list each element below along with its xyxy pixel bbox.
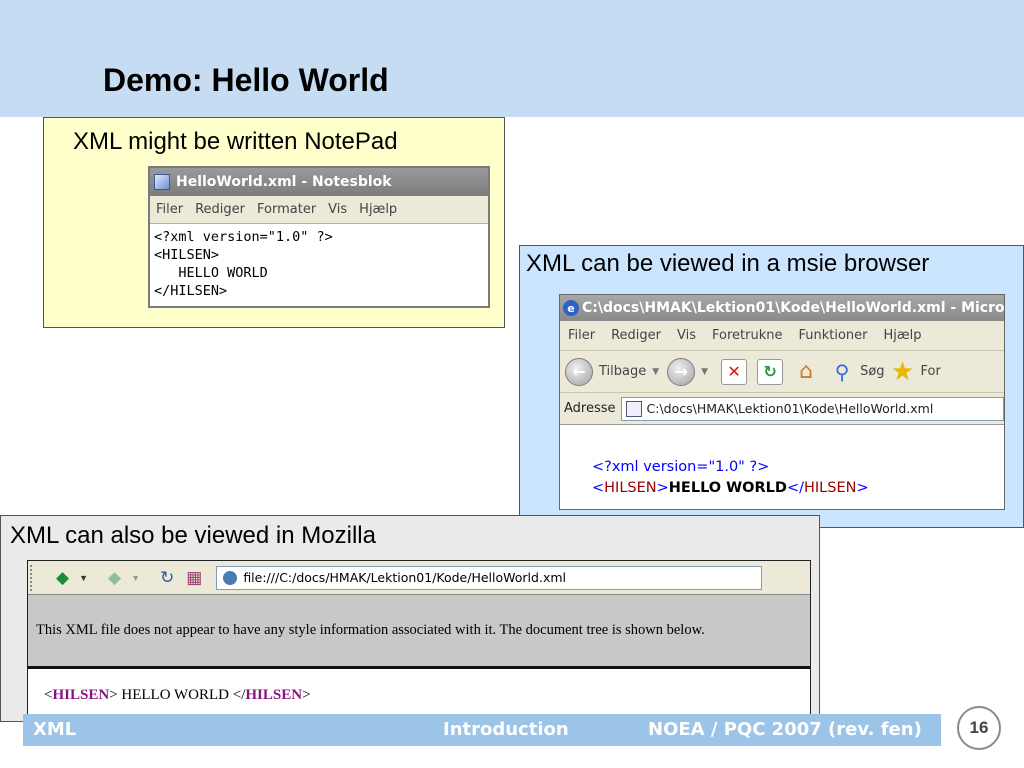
mozilla-forward-dropdown-icon[interactable]: ▼	[131, 573, 140, 583]
ie-back-arrow-icon[interactable]: ←	[565, 357, 593, 386]
footer-left: XML	[33, 719, 77, 740]
mozilla-xml-tag: HILSEN	[52, 687, 110, 703]
mozilla-document-content: <HILSEN> HELLO WORLD </HILSEN>	[28, 669, 810, 704]
ie-toolbar: ← Tilbage ▼ → ▼ ✕ ↻ ⌂ ⚲ Søg ★ For	[560, 351, 1004, 393]
file-icon	[223, 570, 238, 585]
ie-menu-funktioner[interactable]: Funktioner	[799, 328, 868, 343]
notepad-line: HELLO WORLD	[154, 265, 268, 281]
ie-address-label: Adresse	[564, 401, 616, 416]
footer-center: Introduction	[443, 719, 569, 740]
mozilla-back-dropdown-icon[interactable]: ▼	[79, 573, 88, 583]
notepad-panel: XML might be written NotePad HelloWorld.…	[43, 117, 505, 328]
slide-header	[0, 0, 1024, 117]
ie-menu-vis[interactable]: Vis	[677, 328, 696, 343]
ie-xml-bracket: >	[856, 480, 869, 496]
mozilla-toolbar: ◆ ▼ ◆ ▼ ↻ ▦ file:///C:/docs/HMAK/Lektion…	[28, 561, 810, 595]
ie-refresh-icon[interactable]: ↻	[757, 358, 784, 385]
ie-xml-text: HELLO WORLD	[668, 480, 787, 496]
ie-xml-element-line: <HILSEN>HELLO WORLD</HILSEN>	[592, 478, 869, 499]
notepad-line: <HILSEN>	[154, 247, 220, 263]
mozilla-back-arrow-icon[interactable]: ◆	[56, 568, 69, 588]
mozilla-xml-end-tag: HILSEN	[245, 687, 303, 703]
ie-xml-declaration: <?xml version="1.0" ?>	[592, 459, 770, 475]
mozilla-info-bar: This XML file does not appear to have an…	[28, 595, 810, 669]
ie-stop-icon[interactable]: ✕	[721, 358, 748, 385]
notepad-menu-hjaelp[interactable]: Hjælp	[359, 202, 397, 217]
toolbar-grip[interactable]	[30, 564, 36, 591]
notepad-titlebar[interactable]: HelloWorld.xml - Notesblok	[150, 168, 488, 196]
ie-caption: XML can be viewed in a msie browser	[526, 250, 930, 277]
ie-xml-tag: HILSEN	[604, 480, 657, 496]
mozilla-url-input[interactable]: file:///C:/docs/HMAK/Lektion01/Kode/Hell…	[216, 565, 763, 590]
notepad-window-title: HelloWorld.xml - Notesblok	[176, 174, 392, 190]
ie-search-icon[interactable]: ⚲	[829, 359, 855, 385]
mozilla-info-message: This XML file does not appear to have an…	[36, 622, 705, 638]
ie-back-dropdown-icon[interactable]: ▼	[652, 367, 659, 377]
ie-menu-hjaelp[interactable]: Hjælp	[884, 328, 922, 343]
ie-logo-icon: e	[563, 300, 579, 316]
slide-title: Demo: Hello World	[103, 62, 389, 98]
ie-favorites-label[interactable]: For	[921, 364, 941, 379]
ie-document-content: <?xml version="1.0" ?> <HILSEN>HELLO WOR…	[592, 457, 869, 499]
ie-xml-bracket: >	[656, 480, 669, 496]
notepad-window: HelloWorld.xml - Notesblok Filer Rediger…	[148, 166, 490, 308]
ie-forward-arrow-icon[interactable]: →	[667, 357, 696, 386]
ie-address-input[interactable]: C:\docs\HMAK\Lektion01\Kode\HelloWorld.x…	[620, 396, 1004, 421]
ie-xml-end-tag: HILSEN	[803, 480, 857, 496]
ie-address-value: C:\docs\HMAK\Lektion01\Kode\HelloWorld.x…	[646, 401, 934, 416]
mozilla-stop-icon[interactable]: ▦	[186, 568, 202, 588]
ie-forward-dropdown-icon[interactable]: ▼	[701, 367, 708, 377]
ie-search-label[interactable]: Søg	[860, 364, 884, 379]
notepad-menu-rediger[interactable]: Rediger	[195, 202, 245, 217]
notepad-menu-formater[interactable]: Formater	[257, 202, 316, 217]
ie-window: e C:\docs\HMAK\Lektion01\Kode\HelloWorld…	[559, 294, 1005, 510]
ie-favorites-star-icon[interactable]: ★	[890, 357, 916, 387]
ie-menu-filer[interactable]: Filer	[568, 328, 595, 343]
mozilla-caption: XML can also be viewed in Mozilla	[10, 522, 376, 549]
mozilla-forward-arrow-icon[interactable]: ◆	[108, 568, 121, 588]
ie-menu-foretrukne[interactable]: Foretrukne	[712, 328, 782, 343]
notepad-caption: XML might be written NotePad	[73, 128, 398, 155]
notepad-menu-filer[interactable]: Filer	[156, 202, 183, 217]
ie-address-bar: Adresse C:\docs\HMAK\Lektion01\Kode\Hell…	[560, 393, 1004, 425]
ie-back-label[interactable]: Tilbage	[599, 364, 646, 379]
footer-right: NOEA / PQC 2007 (rev. fen)	[648, 719, 922, 740]
page-number: 16	[957, 706, 1001, 750]
mozilla-url-value: file:///C:/docs/HMAK/Lektion01/Kode/Hell…	[243, 570, 566, 585]
ie-xml-bracket: <	[592, 480, 605, 496]
ie-menubar: Filer Rediger Vis Foretrukne Funktioner …	[560, 321, 1004, 351]
notepad-menubar: Filer Rediger Formater Vis Hjælp	[150, 196, 488, 224]
notepad-app-icon	[154, 174, 170, 190]
ie-window-title: C:\docs\HMAK\Lektion01\Kode\HelloWorld.x…	[582, 300, 1004, 316]
ie-page-icon	[625, 400, 642, 417]
ie-panel: XML can be viewed in a msie browser e C:…	[519, 245, 1024, 528]
notepad-line: <?xml version="1.0" ?>	[154, 229, 333, 245]
ie-menu-rediger[interactable]: Rediger	[611, 328, 661, 343]
mozilla-panel: XML can also be viewed in Mozilla ◆ ▼ ◆ …	[0, 515, 820, 722]
notepad-line: </HILSEN>	[154, 283, 228, 299]
mozilla-reload-icon[interactable]: ↻	[160, 568, 174, 588]
ie-titlebar[interactable]: e C:\docs\HMAK\Lektion01\Kode\HelloWorld…	[560, 295, 1004, 321]
mozilla-window: ◆ ▼ ◆ ▼ ↻ ▦ file:///C:/docs/HMAK/Lektion…	[27, 560, 811, 718]
notepad-text-area[interactable]: <?xml version="1.0" ?> <HILSEN> HELLO WOR…	[150, 224, 488, 304]
notepad-menu-vis[interactable]: Vis	[328, 202, 347, 217]
mozilla-xml-bracket: >	[302, 687, 311, 703]
mozilla-xml-text: > HELLO WORLD </	[109, 687, 246, 703]
ie-home-icon[interactable]: ⌂	[793, 359, 819, 385]
ie-xml-bracket: </	[786, 480, 804, 496]
